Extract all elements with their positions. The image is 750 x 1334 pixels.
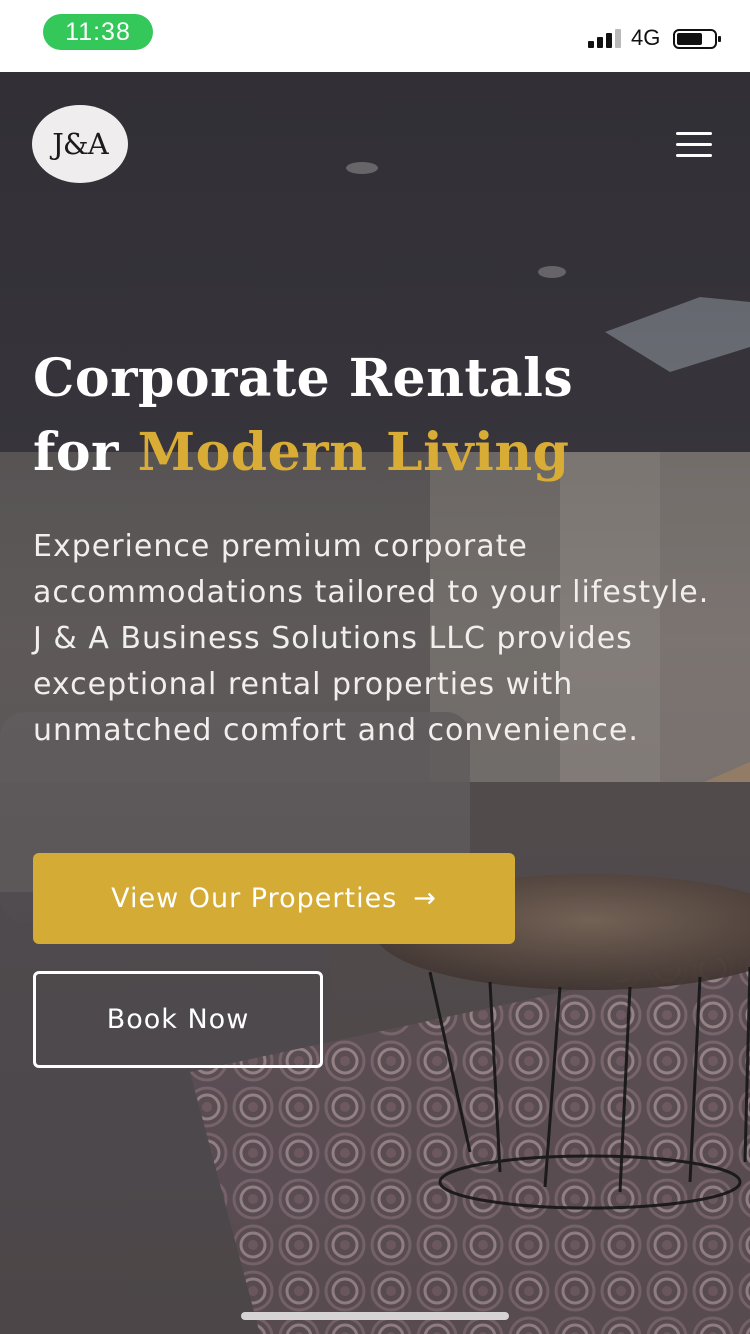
hero-section: J&A Corporate Rentals for Modern Living …: [0, 72, 750, 1334]
hero-headline: Corporate Rentals for Modern Living: [33, 342, 723, 490]
headline-line1: Corporate Rentals: [33, 348, 574, 409]
view-properties-label: View Our Properties: [111, 883, 398, 914]
network-type: 4G: [631, 25, 661, 50]
hero-intro-text: Experience premium corporate accommodati…: [33, 529, 710, 748]
logo[interactable]: J&A: [32, 105, 128, 183]
hamburger-menu-icon[interactable]: [672, 130, 714, 160]
book-now-button[interactable]: Book Now: [33, 971, 323, 1068]
screen: 11:38 4G J&A Corporate Rentals for Moder…: [0, 0, 750, 1334]
headline-line2-prefix: for: [33, 422, 138, 483]
battery-icon: [673, 29, 721, 49]
status-bar: 11:38 4G: [0, 0, 750, 72]
headline-accent: Modern Living: [137, 422, 570, 483]
signal-bars-icon: [588, 29, 621, 48]
view-properties-button[interactable]: View Our Properties →: [33, 853, 515, 944]
book-now-label: Book Now: [106, 1004, 250, 1035]
status-time: 11:38: [43, 14, 153, 50]
home-indicator[interactable]: [241, 1312, 509, 1320]
arrow-right-icon: →: [413, 883, 437, 914]
